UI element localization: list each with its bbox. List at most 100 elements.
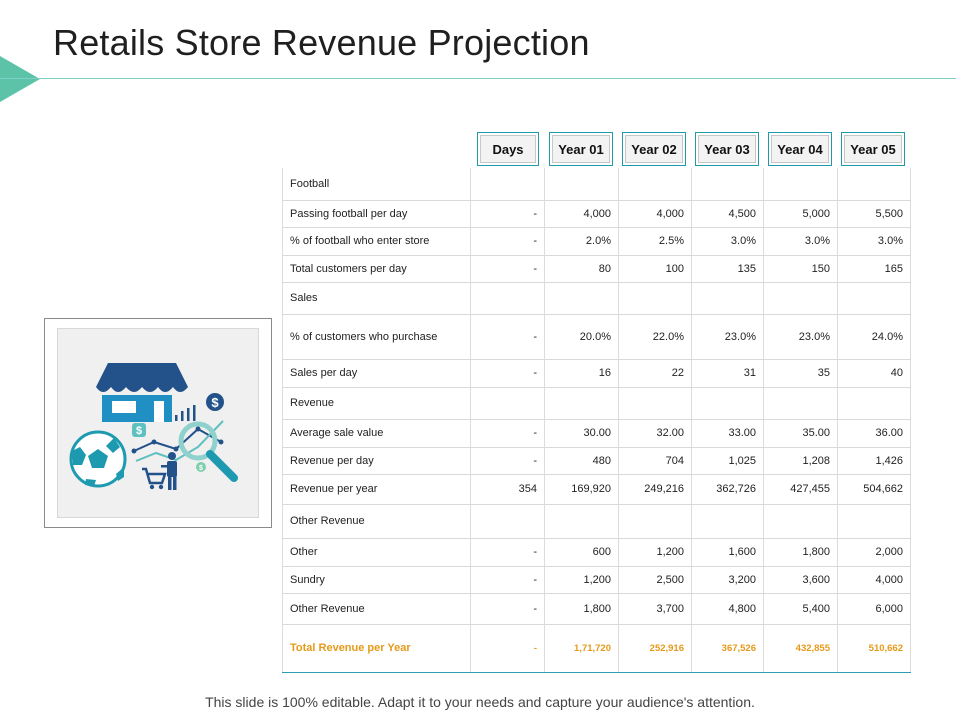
table-cell: 31 [691, 359, 764, 388]
table-cell [544, 282, 619, 315]
title-accent-triangle [0, 56, 40, 102]
table-cell [470, 282, 545, 315]
dollar-icon: $ [206, 393, 224, 411]
table-cell: 1,200 [618, 538, 692, 567]
table-cell [470, 387, 545, 420]
table-row: % of customers who purchase -20.0% 22.0% 23… [282, 314, 911, 360]
table-cell [763, 504, 838, 539]
table-cell: 4,500 [691, 200, 764, 228]
table-cell: 4,000 [618, 200, 692, 228]
table-cell: 510,662 [837, 624, 911, 673]
table-cell: 3,700 [618, 593, 692, 625]
table-cell: 20.0% [544, 314, 619, 360]
table-cell: 3.0% [763, 227, 838, 256]
table-row: Revenue per year 354 169,920 249,216 362,726… [282, 474, 911, 505]
table-cell: 23.0% [763, 314, 838, 360]
table-cell: 249,216 [618, 474, 692, 505]
table-cell: 480 [544, 447, 619, 475]
table-cell [691, 387, 764, 420]
table-row: Other -600 1,200 1,600 1,800 2,000 [282, 538, 911, 567]
illustration: $ $ $ [57, 328, 259, 518]
section-row: Other Revenue [282, 504, 911, 539]
row-label: Revenue per day [282, 447, 471, 475]
table-cell: 4,800 [691, 593, 764, 625]
dollar-icon: $ [132, 423, 146, 437]
row-label: Passing football per day [282, 200, 471, 228]
table-cell: 6,000 [837, 593, 911, 625]
table-cell [544, 387, 619, 420]
table-row: Other Revenue -1,800 3,700 4,800 5,400 6,000 [282, 593, 911, 625]
footer-note: This slide is 100% editable. Adapt it to… [205, 694, 755, 710]
table-cell: 2,000 [837, 538, 911, 567]
table-cell: 1,426 [837, 447, 911, 475]
table-cell: - [470, 538, 545, 567]
table-cell: 3,600 [763, 566, 838, 594]
table-cell: - [470, 419, 545, 448]
row-label: Sales per day [282, 359, 471, 388]
table-cell: 169,920 [544, 474, 619, 505]
table-cell: 504,662 [837, 474, 911, 505]
table-cell: 30.00 [544, 419, 619, 448]
table-cell [691, 168, 764, 201]
row-label: Revenue per year [282, 474, 471, 505]
column-header-year-04: Year 04 [768, 132, 832, 166]
shopper-icon [161, 452, 177, 490]
table-cell [837, 168, 911, 201]
table-cell [691, 282, 764, 315]
column-header-year-01: Year 01 [549, 132, 613, 166]
row-label: Revenue [282, 387, 471, 420]
table-row: Sundry -1,200 2,500 3,200 3,600 4,000 [282, 566, 911, 594]
table-cell: 35.00 [763, 419, 838, 448]
section-row: Football [282, 168, 911, 201]
table-cell: 32.00 [618, 419, 692, 448]
table-cell: 2.5% [618, 227, 692, 256]
table-cell [763, 387, 838, 420]
table-row: Revenue per day -480 704 1,025 1,208 1,426 [282, 447, 911, 475]
table-cell [837, 387, 911, 420]
table-cell: 1,025 [691, 447, 764, 475]
table-cell [618, 387, 692, 420]
table-cell: - [470, 255, 545, 283]
table-cell [544, 504, 619, 539]
table-cell: 135 [691, 255, 764, 283]
table-cell [691, 504, 764, 539]
table-cell: 35 [763, 359, 838, 388]
svg-text:$: $ [136, 425, 142, 437]
table-cell [470, 168, 545, 201]
svg-text:$: $ [199, 465, 203, 472]
table-cell: 367,526 [691, 624, 764, 673]
table-cell: 3.0% [837, 227, 911, 256]
table-cell [618, 504, 692, 539]
table-row: Total customers per day -80 100 135 150 165 [282, 255, 911, 283]
table-row: Passing football per day -4,000 4,000 4,500… [282, 200, 911, 228]
row-label: Sundry [282, 566, 471, 594]
table-cell: 22 [618, 359, 692, 388]
section-row: Revenue [282, 387, 911, 420]
row-label: Other Revenue [282, 504, 471, 539]
table-cell: 23.0% [691, 314, 764, 360]
table-cell: - [470, 593, 545, 625]
table-cell [618, 282, 692, 315]
table-cell: 5,000 [763, 200, 838, 228]
illustration-frame: $ $ $ [44, 318, 272, 528]
table-cell: - [470, 566, 545, 594]
table-cell: 4,000 [544, 200, 619, 228]
table-cell: 1,208 [763, 447, 838, 475]
table-cell: 5,400 [763, 593, 838, 625]
table-cell: 1,800 [544, 593, 619, 625]
table-cell: 362,726 [691, 474, 764, 505]
table-cell: 36.00 [837, 419, 911, 448]
table-cell: 600 [544, 538, 619, 567]
row-label: % of customers who purchase [282, 314, 471, 360]
table-cell: - [470, 227, 545, 256]
table-cell: 354 [470, 474, 545, 505]
table-cell: 432,855 [763, 624, 838, 673]
table-cell: 427,455 [763, 474, 838, 505]
table-cell: - [470, 624, 545, 673]
table-cell: 1,200 [544, 566, 619, 594]
table-cell [544, 168, 619, 201]
table-row: Average sale value -30.00 32.00 33.00 35.00 3… [282, 419, 911, 448]
column-header-days: Days [477, 132, 539, 166]
table-cell: 704 [618, 447, 692, 475]
table-cell: 150 [763, 255, 838, 283]
